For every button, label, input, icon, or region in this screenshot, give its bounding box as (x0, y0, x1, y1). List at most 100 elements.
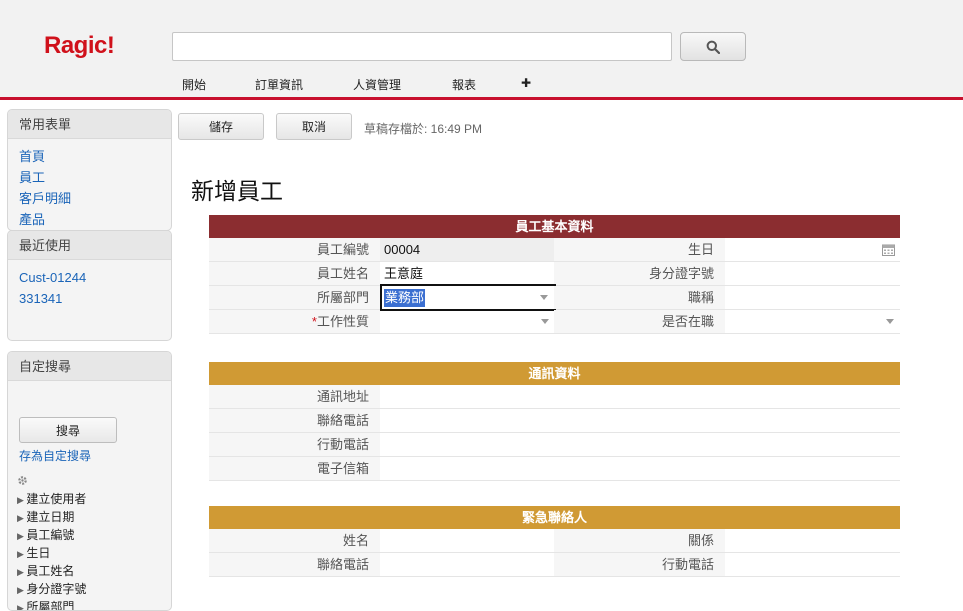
sidebar: 常用表單 首頁 員工 客戶明細 產品 (7, 109, 172, 231)
sidebar-item-employees[interactable]: 員工 (8, 167, 171, 188)
field-label: 建立使用者 (26, 492, 87, 506)
nav-item-hr[interactable]: 人資管理 (353, 76, 401, 93)
section-title: 員工基本資料 (209, 215, 900, 238)
form-row: 員工姓名 王意庭 身分證字號 (209, 262, 900, 286)
field-label-employee-id: 員工編號 (209, 238, 380, 261)
chevron-down-icon[interactable] (541, 319, 549, 324)
department-selected-value: 業務部 (384, 289, 426, 307)
field-phone[interactable] (380, 409, 900, 432)
field-item[interactable]: ▶ 員工編號 (17, 527, 86, 545)
chevron-down-icon[interactable] (886, 319, 894, 324)
search-button[interactable] (680, 32, 746, 61)
field-relation[interactable] (725, 529, 900, 552)
save-button[interactable]: 儲存 (178, 113, 264, 140)
field-id-number[interactable] (725, 262, 900, 285)
field-name[interactable]: 王意庭 (380, 262, 554, 285)
field-contact-phone[interactable] (380, 553, 554, 576)
field-label: 員工姓名 (26, 564, 75, 578)
custom-search-panel: 自定搜尋 搜尋 存為自定搜尋 ▶ 建立使用者 ▶ 建立日期 ▶ 員工編號 ▶ 生… (7, 351, 172, 611)
field-item[interactable]: ▶ 生日 (17, 545, 86, 563)
form-row: 通訊地址 (209, 385, 900, 409)
field-label-id-number: 身分證字號 (554, 262, 725, 285)
employed-select[interactable] (725, 310, 900, 333)
section-title: 通訊資料 (209, 362, 900, 385)
field-label: 身分證字號 (26, 582, 87, 596)
form-row: *工作性質 是否在職 (209, 310, 900, 334)
sidebar-item-products[interactable]: 產品 (8, 209, 171, 230)
field-item[interactable]: ▶ 所屬部門 (17, 599, 86, 611)
field-label-mobile: 行動電話 (209, 433, 380, 456)
field-label: 員工編號 (26, 528, 75, 542)
field-label-birthday: 生日 (554, 238, 725, 261)
ragic-logo[interactable]: Ragic! (44, 32, 115, 60)
field-item[interactable]: ▶ 員工姓名 (17, 563, 86, 581)
chevron-down-icon[interactable] (540, 295, 548, 300)
field-item[interactable]: ▶ 建立日期 (17, 509, 86, 527)
calendar-icon[interactable] (882, 243, 895, 256)
field-label-text: 工作性質 (316, 314, 369, 329)
field-label-contact-name: 姓名 (209, 529, 380, 552)
page-title: 新增員工 (191, 178, 283, 204)
sidebar-item-home[interactable]: 首頁 (8, 146, 171, 167)
department-select[interactable]: 業務部 (380, 284, 556, 311)
nav-add-tab-icon[interactable]: ✚ (521, 76, 531, 90)
field-label: 所屬部門 (26, 600, 75, 611)
section-contact-info: 通訊資料 通訊地址 聯絡電話 行動電話 電子信箱 (209, 362, 900, 481)
search-icon (706, 40, 720, 54)
nav-item-orders[interactable]: 訂單資訊 (255, 76, 303, 93)
nav-item-start[interactable]: 開始 (182, 76, 206, 93)
field-label-department: 所屬部門 (209, 286, 380, 309)
job-type-select[interactable] (380, 310, 554, 333)
field-label-contact-mobile: 行動電話 (554, 553, 725, 576)
field-label-relation: 關係 (554, 529, 725, 552)
recent-title: 最近使用 (8, 231, 171, 260)
form-row: 所屬部門 業務部 職稱 (209, 284, 900, 311)
custom-search-button[interactable]: 搜尋 (19, 417, 117, 443)
form-row: 姓名 關係 (209, 529, 900, 553)
field-label-job-title: 職稱 (554, 286, 725, 309)
section-emergency-contact: 緊急聯絡人 姓名 關係 聯絡電話 行動電話 (209, 506, 900, 577)
gear-icon[interactable] (17, 475, 28, 486)
recent-panel: 最近使用 Cust-01244 331341 (7, 230, 172, 341)
field-label: 建立日期 (26, 510, 75, 524)
field-label-contact-phone: 聯絡電話 (209, 553, 380, 576)
draft-status: 草稿存檔於: 16:49 PM (364, 122, 483, 136)
field-birthday[interactable] (725, 238, 900, 261)
section-basic-info: 員工基本資料 員工編號 00004 生日 員工姓名 王意庭 身分證字號 所屬部門… (209, 215, 900, 334)
form-row: 電子信箱 (209, 457, 900, 481)
field-label-name: 員工姓名 (209, 262, 380, 285)
custom-search-title: 自定搜尋 (8, 352, 171, 381)
field-label-phone: 聯絡電話 (209, 409, 380, 432)
field-item[interactable]: ▶ 建立使用者 (17, 491, 86, 509)
field-mobile[interactable] (380, 433, 900, 456)
recent-item-cust[interactable]: Cust-01244 (8, 267, 171, 288)
field-email[interactable] (380, 457, 900, 480)
nav-item-reports[interactable]: 報表 (452, 76, 476, 93)
section-title: 緊急聯絡人 (209, 506, 900, 529)
global-search-input[interactable] (172, 32, 672, 61)
form-row: 聯絡電話 行動電話 (209, 553, 900, 577)
field-item[interactable]: ▶ 身分證字號 (17, 581, 86, 599)
field-label-email: 電子信箱 (209, 457, 380, 480)
field-job-title[interactable] (725, 286, 900, 309)
top-bar: Ragic! 開始 訂單資訊 人資管理 報表 ✚ (0, 0, 963, 97)
field-address[interactable] (380, 385, 900, 408)
cancel-button[interactable]: 取消 (276, 113, 352, 140)
field-label-address: 通訊地址 (209, 385, 380, 408)
field-employee-id: 00004 (380, 238, 554, 261)
save-custom-search-link[interactable]: 存為自定搜尋 (19, 447, 91, 464)
field-label-employed: 是否在職 (554, 310, 725, 333)
field-label: 生日 (26, 546, 51, 560)
field-contact-name[interactable] (380, 529, 554, 552)
recent-item-record[interactable]: 331341 (8, 288, 171, 309)
form-row: 行動電話 (209, 433, 900, 457)
form-row: 員工編號 00004 生日 (209, 238, 900, 262)
custom-search-field-list: ▶ 建立使用者 ▶ 建立日期 ▶ 員工編號 ▶ 生日 ▶ 員工姓名 ▶ 身分證字… (17, 491, 86, 611)
favorites-panel: 常用表單 首頁 員工 客戶明細 產品 (7, 109, 172, 231)
sidebar-item-customers[interactable]: 客戶明細 (8, 188, 171, 209)
favorites-title: 常用表單 (8, 110, 171, 139)
field-label-job-type: *工作性質 (209, 310, 380, 333)
field-contact-mobile[interactable] (725, 553, 900, 576)
form-row: 聯絡電話 (209, 409, 900, 433)
header-divider (0, 97, 963, 100)
